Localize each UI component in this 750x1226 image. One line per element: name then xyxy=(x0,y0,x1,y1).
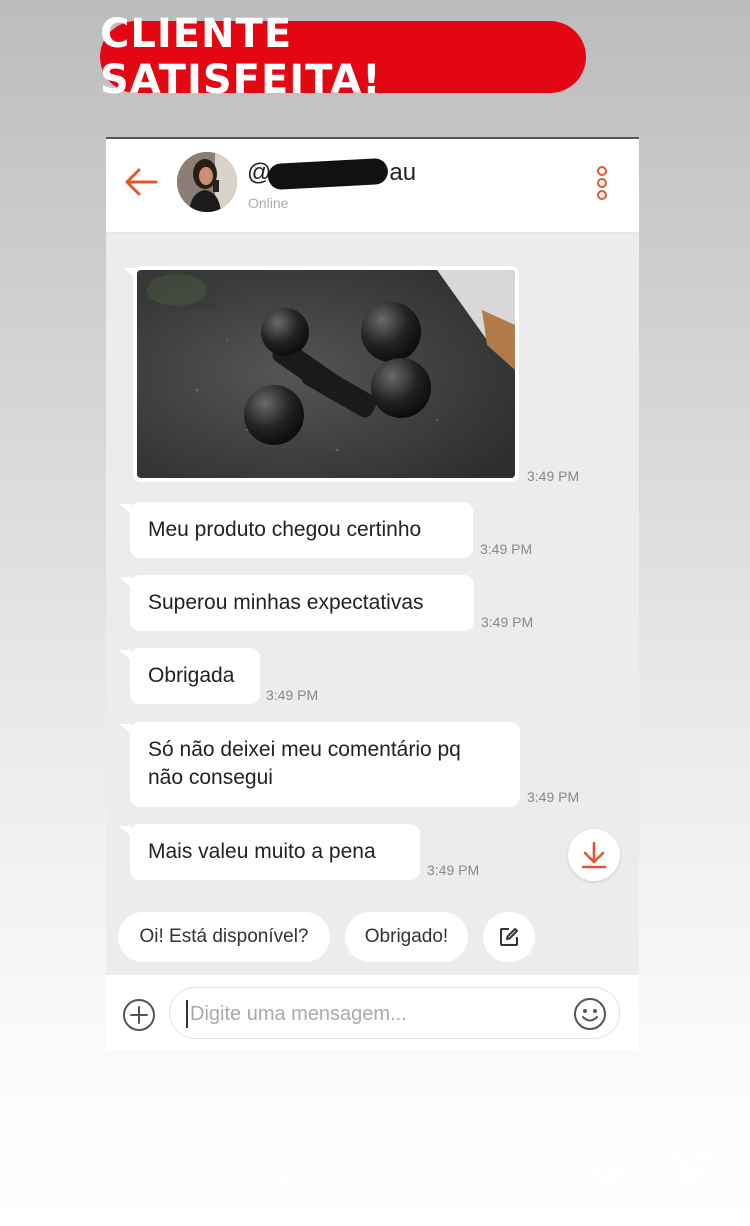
message-text: Obrigada xyxy=(148,664,235,687)
message-bubble[interactable]: Obrigada xyxy=(130,648,260,705)
message-bubble[interactable]: Mais valeu muito a pena xyxy=(130,824,420,881)
message-time: 3:49 PM xyxy=(427,862,480,878)
chat-header: @ au Online xyxy=(106,139,639,233)
message-text-line: Só não deixei meu comentário pq xyxy=(148,738,461,761)
edit-quick-replies-button[interactable] xyxy=(483,912,535,962)
message-time: 3:49 PM xyxy=(527,789,580,805)
message-time: 3:49 PM xyxy=(266,687,319,703)
dumbbells-photo xyxy=(137,270,515,478)
message-text: Meu produto chegou certinho xyxy=(148,518,422,541)
message-time: 3:49 PM xyxy=(480,541,533,557)
more-vertical-icon[interactable] xyxy=(592,163,612,203)
quick-reply-thanks[interactable]: Obrigado! xyxy=(345,912,468,962)
message-bubble[interactable]: Superou minhas expectativas xyxy=(130,575,474,632)
online-status: Online xyxy=(248,195,289,211)
message-time: 3:49 PM xyxy=(481,614,534,630)
message-bubble[interactable]: Só não deixei meu comentário pq não cons… xyxy=(130,722,520,807)
message-text: Mais valeu muito a pena xyxy=(148,840,376,863)
edit-icon xyxy=(500,928,518,946)
avatar[interactable] xyxy=(177,152,237,212)
story-reply-placeholder[interactable]: Enviar mensagem xyxy=(66,1146,340,1185)
message-text-line: não consegui xyxy=(148,766,273,790)
plus-circle-icon[interactable] xyxy=(122,998,156,1032)
message-text: Superou minhas expectativas xyxy=(148,591,424,614)
scroll-to-bottom-button[interactable] xyxy=(568,829,620,881)
composer-bar xyxy=(106,975,639,1050)
smiley-icon[interactable] xyxy=(573,997,607,1031)
heart-icon[interactable] xyxy=(584,1146,626,1184)
message-input[interactable] xyxy=(186,1000,556,1028)
username-suffix: au xyxy=(389,159,417,186)
send-icon[interactable] xyxy=(668,1148,714,1184)
image-message[interactable] xyxy=(133,266,519,482)
chat-screen: @ au Online 3:49 PM Meu produto chegou c… xyxy=(106,137,639,1050)
banner-title: CLIENTE SATISFEITA! xyxy=(100,11,586,103)
message-bubble[interactable]: Meu produto chegou certinho xyxy=(130,502,473,559)
quick-reply-available[interactable]: Oi! Está disponível? xyxy=(118,912,330,962)
message-time: 3:49 PM xyxy=(527,468,580,484)
arrow-left-icon[interactable] xyxy=(124,167,158,197)
arrow-down-icon xyxy=(581,841,607,869)
message-input-wrapper xyxy=(169,987,620,1039)
